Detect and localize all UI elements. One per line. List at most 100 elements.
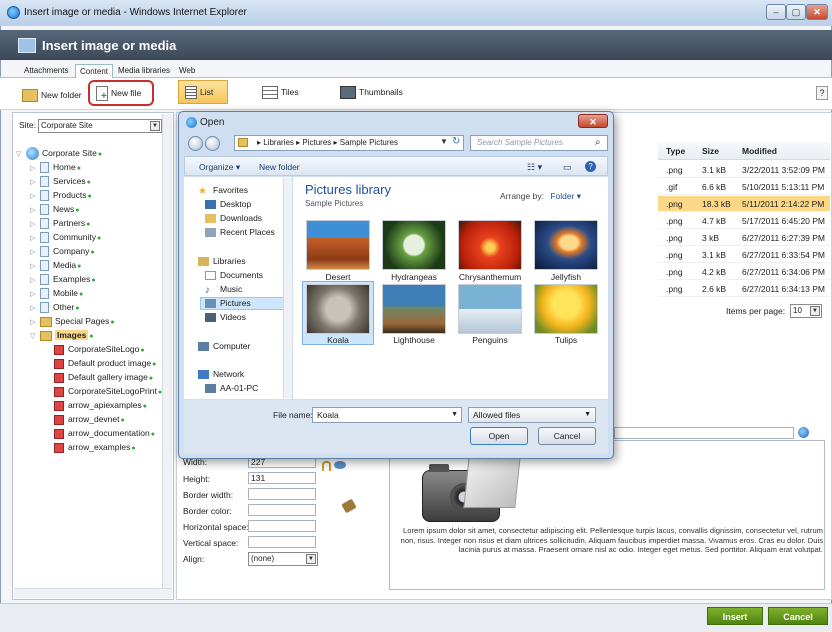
minimize-button[interactable]: – bbox=[766, 4, 786, 20]
thumbnail-lighthouse[interactable] bbox=[382, 284, 446, 334]
table-row[interactable]: .png 3.1 kB 6/27/2011 6:33:54 PM bbox=[658, 247, 830, 263]
collapse-icon[interactable]: ▽ bbox=[30, 330, 40, 344]
refresh-icon[interactable]: ↻ bbox=[452, 136, 460, 147]
tree-image-item[interactable]: CorporateSiteLogo● bbox=[54, 342, 145, 356]
nav-pictures[interactable]: Pictures bbox=[205, 298, 251, 309]
tab-web[interactable]: Web bbox=[175, 64, 199, 78]
organize-button[interactable]: Organize ▾ bbox=[199, 162, 240, 173]
nav-documents[interactable]: Documents bbox=[205, 270, 263, 281]
list-view-button[interactable]: List bbox=[185, 83, 213, 101]
tree-item[interactable]: ▷ Products● bbox=[30, 188, 92, 202]
url-field[interactable] bbox=[614, 427, 794, 439]
tab-media-libraries[interactable]: Media libraries bbox=[114, 64, 174, 78]
table-row[interactable]: .gif 6.6 kB 5/10/2011 5:13:11 PM bbox=[658, 179, 830, 195]
thumbnail-tulips[interactable] bbox=[534, 284, 598, 334]
lock-icon[interactable] bbox=[322, 461, 331, 471]
refresh-icon[interactable] bbox=[334, 461, 346, 469]
tree-image-item[interactable]: arrow_devnet● bbox=[54, 412, 125, 426]
tree-horizontal-scrollbar[interactable] bbox=[14, 588, 172, 598]
tree-item[interactable]: ▷ Partners● bbox=[30, 216, 90, 230]
address-bar[interactable]: ▸ Libraries ▸ Pictures ▸ Sample Pictures bbox=[234, 135, 464, 151]
table-row[interactable]: .png 3 kB 6/27/2011 6:27:39 PM bbox=[658, 230, 830, 246]
help-button[interactable]: ? bbox=[816, 86, 828, 100]
open-cancel-button[interactable]: Cancel bbox=[538, 427, 596, 445]
tree-item[interactable]: ▷ Media● bbox=[30, 258, 81, 272]
modified-header[interactable]: Modified bbox=[742, 146, 777, 156]
search-input[interactable]: Search Sample Pictures bbox=[470, 135, 608, 151]
tree-image-item[interactable]: arrow_documentation● bbox=[54, 426, 155, 440]
file-label-jellyfish[interactable]: Jellyfish bbox=[528, 272, 604, 282]
tree-item[interactable]: ▷ Special Pages● bbox=[30, 314, 115, 328]
preview-pane-icon[interactable]: ▭ bbox=[563, 162, 572, 173]
tab-content[interactable]: Content bbox=[75, 64, 114, 78]
file-label-tulips[interactable]: Tulips bbox=[528, 335, 604, 345]
vertical-space-input[interactable] bbox=[248, 536, 316, 548]
tab-attachments[interactable]: Attachments bbox=[20, 64, 72, 78]
tree-root[interactable]: ▽ Corporate Site● bbox=[16, 146, 102, 161]
thumbnail-chrysanthemum[interactable] bbox=[458, 220, 522, 270]
tree-item[interactable]: ▷ Home● bbox=[30, 160, 81, 174]
tree-item[interactable]: ▷ Company● bbox=[30, 244, 95, 258]
tree-image-item[interactable]: CorporateSiteLogoPrint● bbox=[54, 384, 162, 398]
nav-computer[interactable]: Computer bbox=[198, 341, 250, 352]
file-label-lighthouse[interactable]: Lighthouse bbox=[376, 335, 452, 345]
type-header[interactable]: Type bbox=[666, 146, 685, 156]
tiles-view-button[interactable]: Tiles bbox=[262, 83, 299, 101]
tree-item[interactable]: ▷ Community● bbox=[30, 230, 101, 244]
new-file-button[interactable]: + New file bbox=[96, 84, 141, 102]
border-width-input[interactable] bbox=[248, 488, 316, 500]
tree-item[interactable]: ▷ Examples● bbox=[30, 272, 96, 286]
file-label-koala[interactable]: Koala bbox=[300, 335, 376, 345]
nav-downloads[interactable]: Downloads bbox=[205, 213, 262, 224]
border-color-input[interactable] bbox=[248, 504, 316, 516]
table-row[interactable]: .png 2.6 kB 6/27/2011 6:34:13 PM bbox=[658, 281, 830, 297]
forward-button[interactable] bbox=[205, 136, 220, 151]
tree-vertical-scrollbar[interactable] bbox=[162, 114, 172, 594]
height-input[interactable]: 131 bbox=[248, 472, 316, 484]
file-type-select[interactable]: Allowed files ▼ bbox=[468, 407, 596, 423]
table-row[interactable]: .png 18.3 kB 5/11/2011 2:14:22 PM bbox=[658, 196, 830, 212]
tree-item[interactable]: ▷ Mobile● bbox=[30, 286, 83, 300]
file-label-penguins[interactable]: Penguins bbox=[452, 335, 528, 345]
maximize-button[interactable]: ▢ bbox=[786, 4, 806, 20]
new-folder-button[interactable]: New folder bbox=[22, 86, 82, 104]
tree-item[interactable]: ▷ News● bbox=[30, 202, 80, 216]
nav-pc[interactable]: AA-01-PC bbox=[205, 383, 258, 394]
nav-music[interactable]: ♪ Music bbox=[205, 284, 242, 296]
close-window-button[interactable]: ✕ bbox=[806, 4, 828, 20]
globe-icon[interactable] bbox=[798, 427, 809, 438]
file-label-chrysanthemum[interactable]: Chrysanthemum bbox=[452, 272, 528, 282]
nav-pane-scrollbar[interactable] bbox=[283, 178, 292, 398]
thumbnail-hydrangeas[interactable] bbox=[382, 220, 446, 270]
thumbnails-view-button[interactable]: Thumbnails bbox=[340, 83, 403, 101]
open-dialog-close-button[interactable]: ✕ bbox=[578, 114, 608, 128]
nav-network[interactable]: Network bbox=[198, 369, 244, 380]
tree-image-item[interactable]: Default gallery image● bbox=[54, 370, 153, 384]
site-select[interactable]: Corporate Site ▼ bbox=[38, 119, 162, 133]
horizontal-space-input[interactable] bbox=[248, 520, 316, 532]
align-select[interactable]: (none) ▼ bbox=[248, 552, 318, 566]
tree-item[interactable]: ▷ Services● bbox=[30, 174, 91, 188]
back-button[interactable] bbox=[188, 136, 203, 151]
new-folder-button[interactable]: New folder bbox=[259, 162, 300, 172]
tree-image-item[interactable]: Default product image● bbox=[54, 356, 156, 370]
nav-favorites[interactable]: ★ Favorites bbox=[198, 185, 248, 197]
table-row[interactable]: .png 3.1 kB 3/22/2011 3:52:09 PM bbox=[658, 162, 830, 178]
items-per-page-select[interactable]: 10 ▼ bbox=[790, 304, 822, 318]
change-view-icon[interactable]: ☷ ▾ bbox=[527, 162, 542, 173]
size-header[interactable]: Size bbox=[702, 146, 719, 156]
nav-videos[interactable]: Videos bbox=[205, 312, 246, 323]
arrange-dropdown[interactable]: Folder ▾ bbox=[550, 191, 581, 201]
tree-image-item[interactable]: arrow_apiexamples● bbox=[54, 398, 147, 412]
tree-item[interactable]: ▷ Other● bbox=[30, 300, 80, 314]
file-label-hydrangeas[interactable]: Hydrangeas bbox=[376, 272, 452, 282]
open-button[interactable]: Open bbox=[470, 427, 528, 445]
file-name-input[interactable]: Koala ▼ bbox=[312, 407, 462, 423]
thumbnail-desert[interactable] bbox=[306, 220, 370, 270]
search-icon[interactable]: ⌕ bbox=[595, 137, 601, 148]
address-dropdown-icon[interactable]: ▼ bbox=[440, 137, 448, 146]
thumbnail-penguins[interactable] bbox=[458, 284, 522, 334]
thumbnail-jellyfish[interactable] bbox=[534, 220, 598, 270]
nav-desktop[interactable]: Desktop bbox=[205, 199, 251, 210]
thumbnail-koala[interactable] bbox=[306, 284, 370, 334]
